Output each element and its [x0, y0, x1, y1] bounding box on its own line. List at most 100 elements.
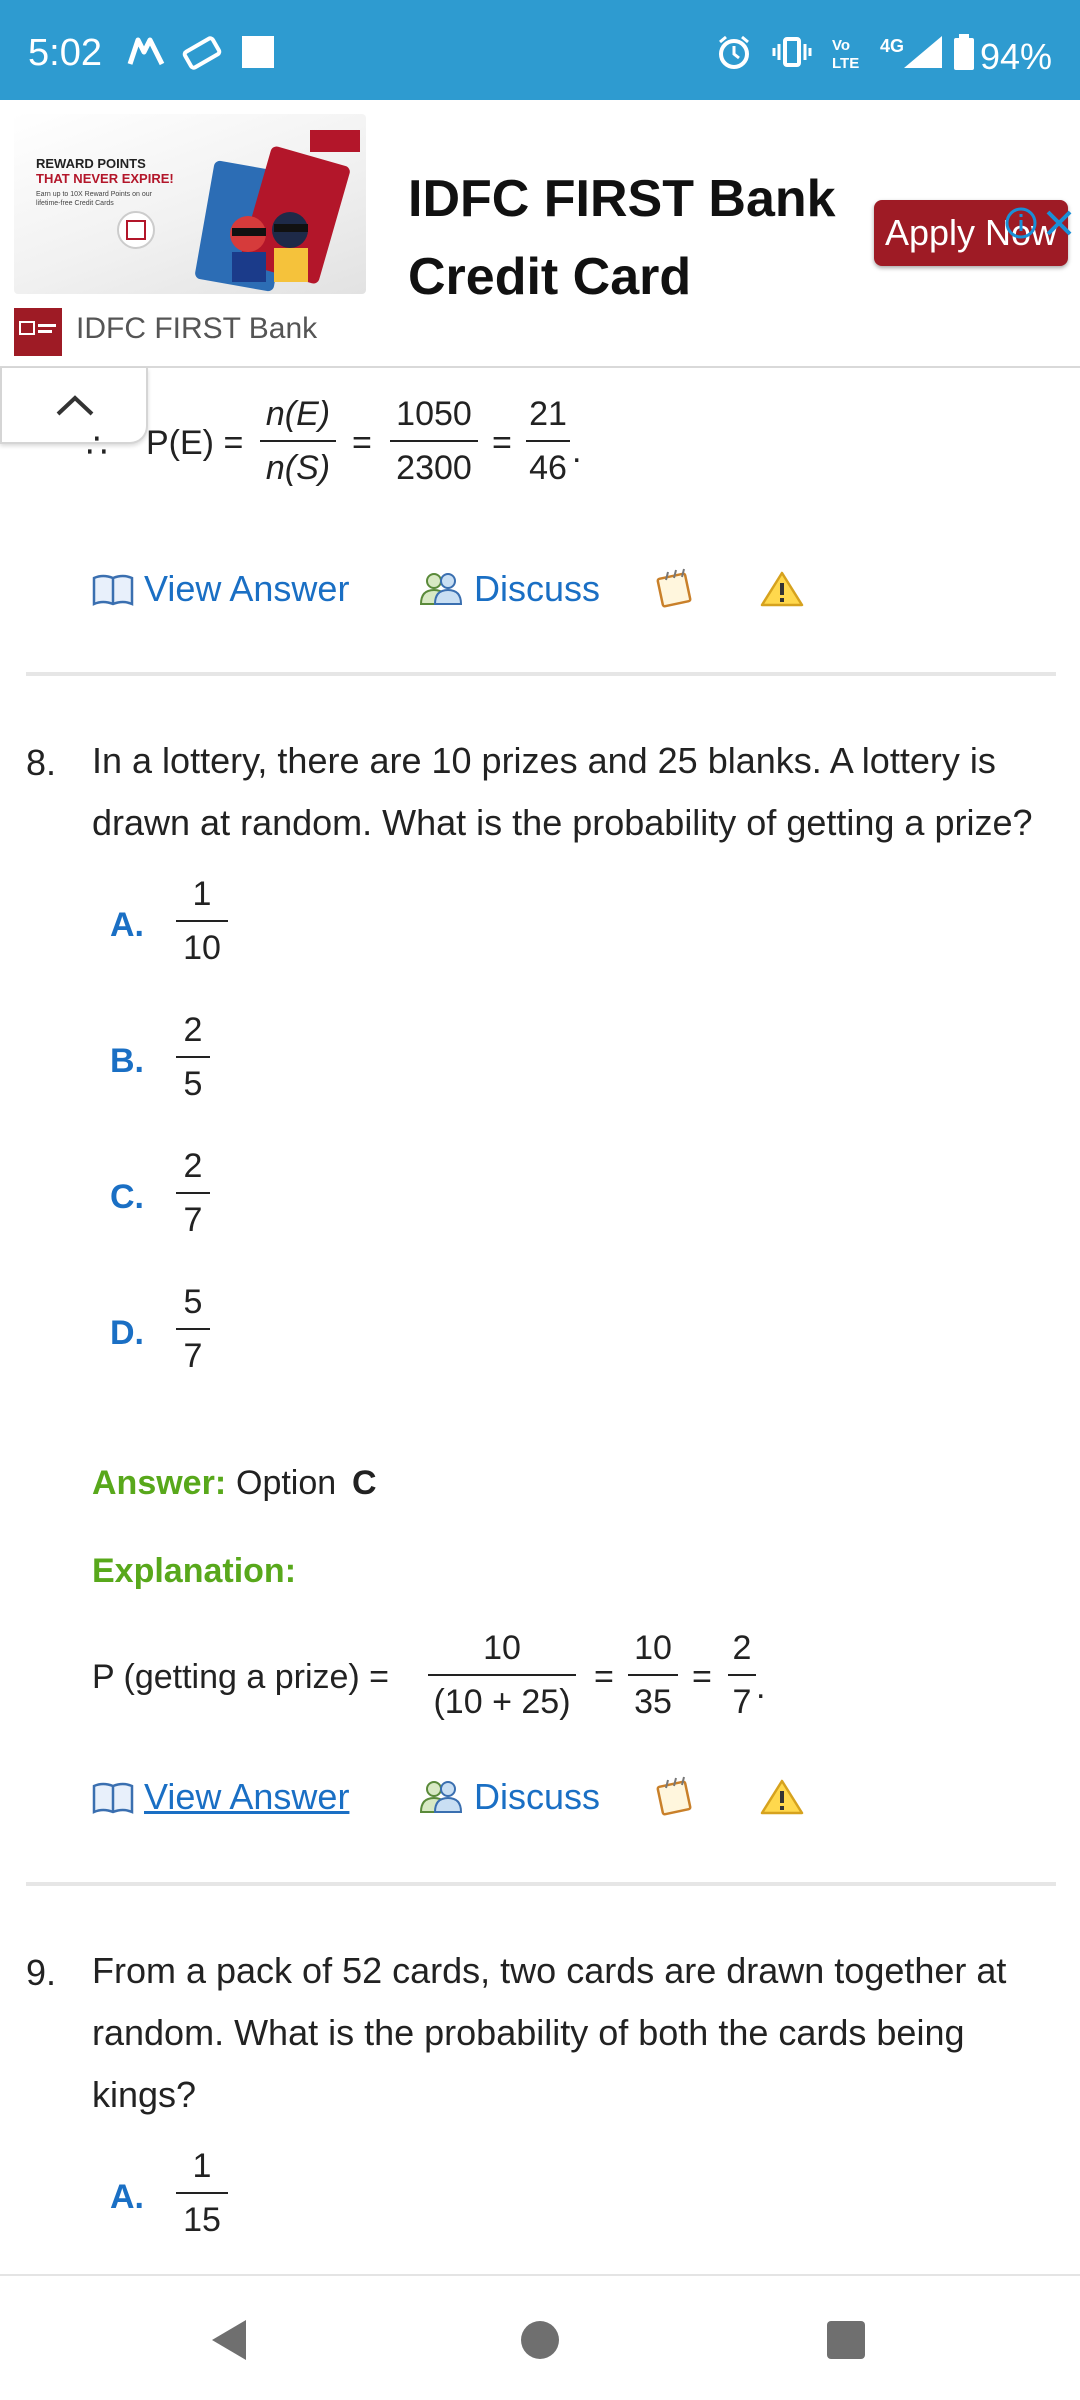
- network-type-label: 4G: [880, 36, 905, 56]
- book-icon[interactable]: [92, 1780, 134, 1816]
- period: .: [572, 432, 582, 470]
- back-icon[interactable]: [206, 2316, 250, 2364]
- fraction-bar: [176, 1056, 210, 1058]
- ad-banner[interactable]: REWARD POINTS THAT NEVER EXPIRE! Earn up…: [0, 100, 1080, 368]
- answer-label: Answer:: [92, 1464, 227, 1502]
- fraction-bar: [176, 2192, 228, 2194]
- option-d-fraction[interactable]: 5 7: [176, 1280, 210, 1378]
- status-bar: 5:02 Vo LTE 4G 94%: [0, 0, 1080, 100]
- question-divider: [26, 672, 1056, 676]
- fraction-numerator: n(E): [265, 395, 331, 433]
- alarm-icon: [719, 35, 749, 69]
- discuss-users-icon[interactable]: [418, 570, 464, 608]
- question-divider: [26, 1882, 1056, 1886]
- answer-option-text: Option: [236, 1464, 337, 1502]
- discuss-link[interactable]: Discuss: [474, 1776, 600, 1818]
- fraction-numerator: 10: [634, 1629, 672, 1667]
- option-b-fraction[interactable]: 2 5: [176, 1008, 210, 1106]
- explanation-label: Explanation:: [92, 1552, 297, 1590]
- fraction-denominator: n(S): [265, 449, 331, 487]
- ad-promo-text: REWARD POINTS THAT NEVER EXPIRE!: [36, 156, 174, 186]
- fraction-denominator: 7: [183, 1201, 203, 1239]
- status-time: 5:02: [28, 32, 102, 74]
- fraction-numerator: 1: [192, 875, 212, 913]
- card-characters-illustration: [230, 212, 308, 282]
- svg-text:LTE: LTE: [832, 55, 859, 70]
- fraction-bar: [176, 1328, 210, 1330]
- option-a-fraction[interactable]: 1 15: [176, 2144, 228, 2242]
- fraction-denominator: 46: [529, 449, 567, 487]
- warning-icon[interactable]: [760, 1778, 804, 1816]
- volte-icon: Vo LTE: [832, 37, 859, 70]
- period: .: [756, 1668, 766, 1706]
- notebook-icon[interactable]: [654, 568, 698, 608]
- chevron-up-icon: [56, 395, 94, 416]
- vibrate-icon: [772, 37, 812, 67]
- fraction-numerator: 21: [529, 395, 567, 433]
- equals-sign: =: [352, 424, 372, 462]
- explanation-fraction-3: 2 7: [728, 1626, 756, 1724]
- ad-visual-logo: [310, 130, 360, 152]
- calendar-icon: [117, 211, 155, 249]
- prev-fraction-2: 1050 2300: [390, 392, 478, 490]
- ad-headline[interactable]: IDFC FIRST Bank Credit Card: [408, 160, 848, 316]
- notebook-icon[interactable]: [654, 1776, 698, 1816]
- fraction-bar: [390, 440, 478, 442]
- apply-now-button[interactable]: Apply Now: [874, 200, 1068, 266]
- option-c-fraction[interactable]: 2 7: [176, 1144, 210, 1242]
- discuss-users-icon[interactable]: [418, 1778, 464, 1816]
- equals-sign: =: [594, 1658, 614, 1696]
- option-a-fraction[interactable]: 1 10: [176, 872, 228, 970]
- fraction-numerator: 10: [483, 1629, 521, 1667]
- fraction-numerator: 1050: [396, 395, 472, 433]
- fraction-denominator: 10: [183, 929, 221, 967]
- explanation-lhs: P (getting a prize) =: [92, 1658, 390, 1696]
- equals-sign: =: [492, 424, 512, 462]
- answer-option-letter: C: [352, 1464, 377, 1502]
- navigation-bar: [0, 2274, 1080, 2400]
- option-c-letter[interactable]: C.: [110, 1178, 144, 1217]
- fraction-bar: [628, 1674, 678, 1676]
- fraction-denominator: 35: [634, 1683, 672, 1721]
- fraction-denominator: 7: [183, 1337, 203, 1375]
- option-a-letter[interactable]: A.: [110, 906, 144, 945]
- option-a-letter[interactable]: A.: [110, 2178, 144, 2217]
- warning-icon[interactable]: [760, 570, 804, 608]
- discuss-link[interactable]: Discuss: [474, 568, 600, 610]
- fraction-numerator: 2: [183, 1147, 203, 1185]
- view-answer-link[interactable]: View Answer: [144, 568, 349, 610]
- home-icon[interactable]: [518, 2318, 562, 2362]
- question-text: From a pack of 52 cards, two cards are d…: [92, 1950, 1007, 2115]
- option-d-letter[interactable]: D.: [110, 1314, 144, 1353]
- collapse-ad-button[interactable]: [0, 368, 148, 444]
- fraction-numerator: 5: [183, 1283, 203, 1321]
- fraction-numerator: 1: [192, 2147, 212, 2185]
- question-number: 8.: [26, 742, 57, 783]
- ad-info-icon[interactable]: [1004, 206, 1038, 240]
- view-answer-link[interactable]: View Answer: [144, 1776, 349, 1818]
- svg-text:Vo: Vo: [832, 37, 850, 54]
- ticket-icon: [182, 36, 222, 70]
- explanation-fraction-2: 10 35: [628, 1626, 678, 1724]
- ad-close-icon[interactable]: [1042, 206, 1076, 240]
- option-b-letter[interactable]: B.: [110, 1042, 144, 1081]
- recents-icon[interactable]: [824, 2318, 868, 2362]
- fraction-bar: [176, 920, 228, 922]
- ad-headline-line2: Credit Card: [408, 248, 692, 306]
- fraction-numerator: 2: [183, 1011, 203, 1049]
- explanation-fraction-1: 10 (10 + 25): [428, 1626, 576, 1724]
- battery-icon: [954, 34, 974, 70]
- ad-promo-subtext: Earn up to 10X Reward Points on our life…: [36, 191, 152, 207]
- battery-percent: 94%: [980, 36, 1053, 77]
- fraction-denominator: 7: [732, 1683, 752, 1721]
- book-icon[interactable]: [92, 572, 134, 608]
- ad-image[interactable]: REWARD POINTS THAT NEVER EXPIRE! Earn up…: [14, 114, 366, 294]
- prev-explanation-lhs: P(E) =: [146, 424, 244, 462]
- fraction-bar: [428, 1674, 576, 1676]
- messenger-icon: [127, 37, 165, 66]
- fraction-denominator: 2300: [396, 449, 472, 487]
- ad-promo-line1: REWARD POINTS: [36, 156, 146, 171]
- ad-brand-name[interactable]: IDFC FIRST Bank: [76, 312, 317, 346]
- fraction-denominator: 5: [183, 1065, 203, 1103]
- equals-sign: =: [692, 1658, 712, 1696]
